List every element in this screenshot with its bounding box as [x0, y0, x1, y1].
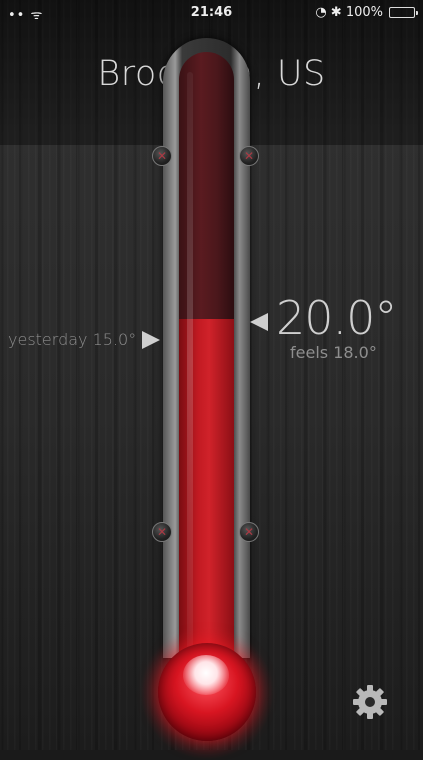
- current-temperature: 20.0°: [276, 291, 397, 345]
- feels-like-temperature: feels 18.0°: [290, 343, 377, 362]
- status-right: ◔ ✱ 100%: [315, 5, 418, 20]
- status-icons-text: ◔ ✱ 100%: [315, 5, 383, 20]
- battery-icon: [389, 7, 418, 18]
- current-pointer-icon: [250, 313, 268, 331]
- bulb-highlight: [183, 655, 229, 695]
- tube-shine: [187, 72, 193, 652]
- thermometer-tube: [179, 52, 234, 672]
- screw-icon: ✕: [152, 522, 172, 542]
- screw-icon: ✕: [239, 146, 259, 166]
- screw-icon: ✕: [152, 146, 172, 166]
- status-bar: •• ᯤ 21:46 ◔ ✱ 100%: [0, 0, 423, 26]
- yesterday-pointer-icon: [142, 331, 160, 349]
- yesterday-temperature: yesterday 15.0°: [8, 330, 137, 349]
- screw-icon: ✕: [239, 522, 259, 542]
- gear-icon[interactable]: [350, 682, 390, 722]
- gear-icon-graphic: [353, 685, 387, 719]
